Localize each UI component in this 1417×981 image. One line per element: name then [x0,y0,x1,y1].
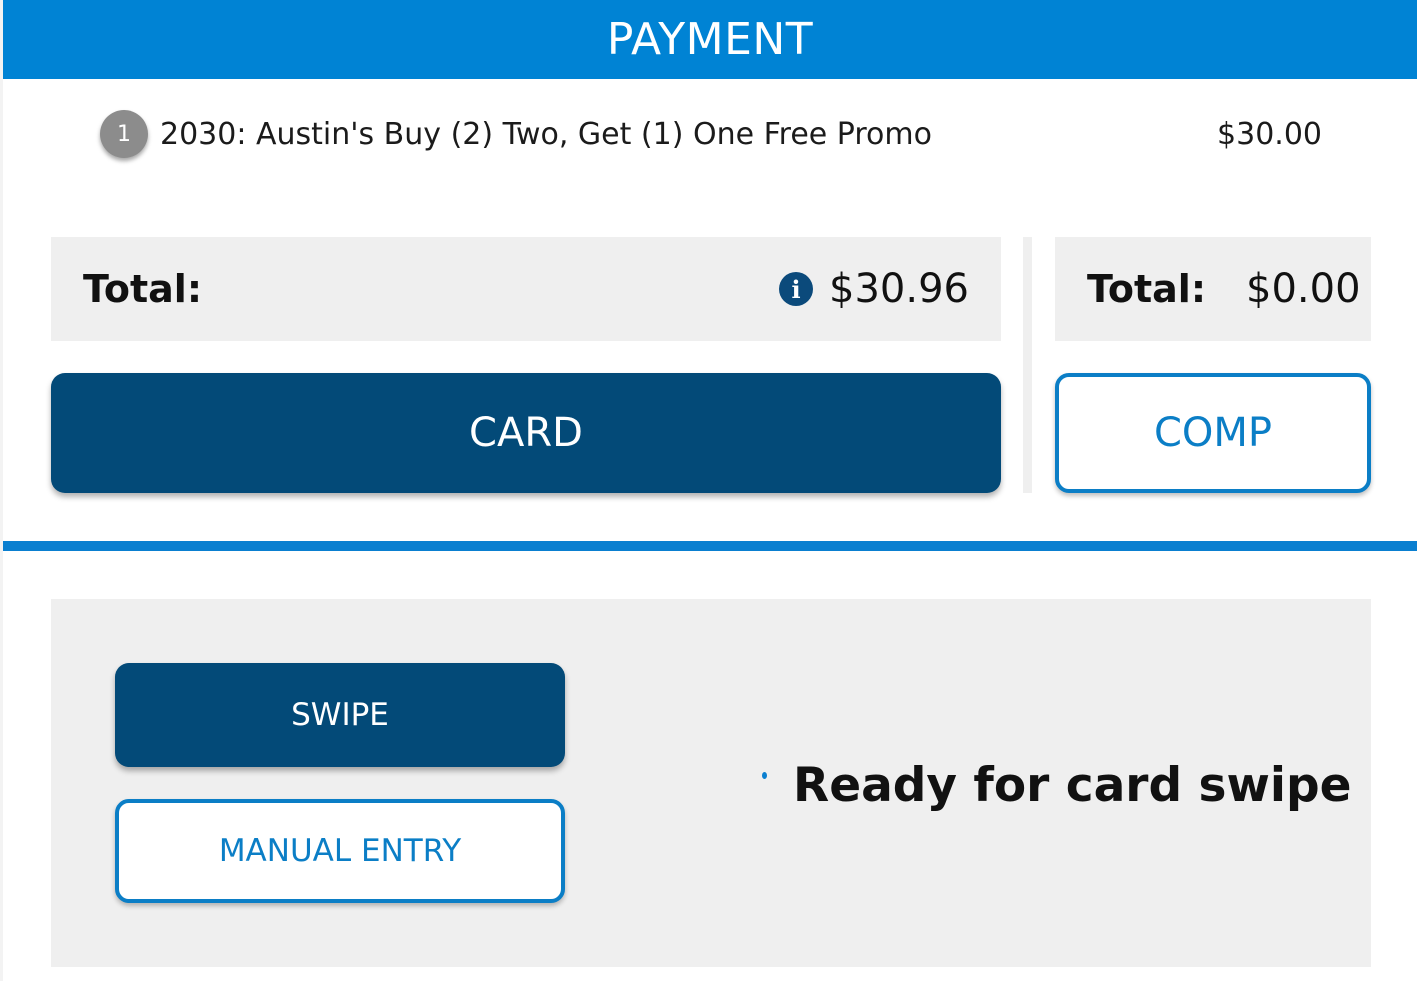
comp-total-box: Total: $0.00 [1055,237,1371,341]
comp-total-value: $0.00 [1246,266,1361,312]
quantity-badge: 1 [100,110,148,158]
total-label: Total: [83,267,203,311]
item-price: $30.00 [1217,116,1322,152]
item-name: 2030: Austin's Buy (2) Two, Get (1) One … [160,116,932,152]
comp-button[interactable]: COMP [1055,373,1371,493]
card-button[interactable]: CARD [51,373,1001,493]
manual-entry-button[interactable]: MANUAL ENTRY [115,799,565,903]
frame-edge [0,0,3,981]
swipe-status: Ready for card swipe [762,750,1352,820]
info-circle-icon[interactable]: i [779,272,814,306]
status-text: Ready for card swipe [793,757,1352,813]
total-value: $30.96 [829,266,969,312]
vertical-divider [1023,237,1032,493]
comp-total-label: Total: [1087,267,1207,311]
status-indicator-icon [762,771,767,779]
payment-header: PAYMENT [3,0,1417,79]
section-divider [3,541,1417,551]
list-item: 1 2030: Austin's Buy (2) Two, Get (1) On… [100,108,1322,160]
payment-screen: PAYMENT 1 2030: Austin's Buy (2) Two, Ge… [0,0,1417,981]
page-title: PAYMENT [606,14,814,65]
swipe-button[interactable]: SWIPE [115,663,565,767]
card-total-box: Total: i $30.96 [51,237,1001,341]
